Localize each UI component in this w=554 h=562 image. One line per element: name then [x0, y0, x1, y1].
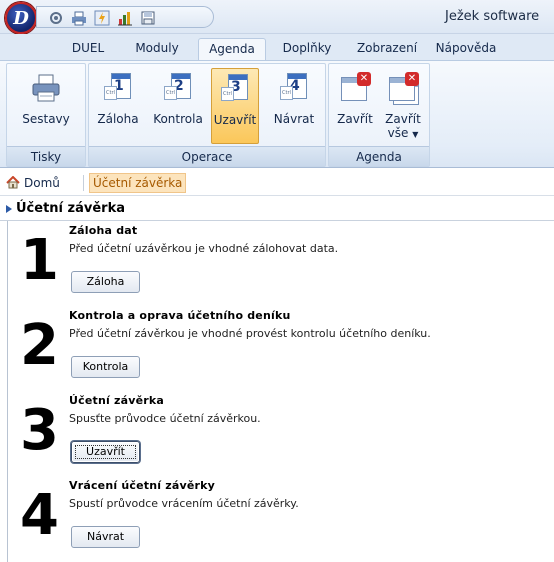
step-description: Před účetní závěrkou je vhodné provést k…	[69, 327, 431, 340]
home-icon	[6, 176, 20, 189]
calendar-doc-icon: 3 Ctrl	[219, 73, 251, 105]
zavrit-vse-label: Zavřít	[385, 112, 421, 126]
zaloha-button[interactable]: 1 Ctrl Záloha	[93, 68, 143, 144]
kontrola-button[interactable]: 2 Ctrl Kontrola	[149, 68, 207, 144]
tab-napoveda[interactable]: Nápověda	[430, 38, 502, 60]
flash-icon[interactable]	[94, 10, 110, 26]
kontrola-label: Kontrola	[153, 112, 203, 126]
chart-icon[interactable]	[117, 10, 133, 26]
step-title: Kontrola a oprava účetního deníku	[69, 309, 291, 322]
title-bar: D Ježek software	[0, 0, 554, 34]
close-all-windows-icon: ✕	[387, 72, 419, 105]
zaloha-label: Záloha	[97, 112, 139, 126]
group-label-tisky: Tisky	[7, 146, 85, 166]
zaloha-step-button[interactable]: Záloha	[71, 271, 140, 293]
step-navrat: 4 Vrácení účetní závěrky Spustí průvodce…	[20, 476, 540, 556]
breadcrumb-home[interactable]: Domů	[6, 174, 60, 192]
printer-icon	[32, 74, 60, 102]
breadcrumb: Domů Účetní závěrka	[0, 170, 554, 196]
triangle-icon	[6, 205, 12, 213]
breadcrumb-current[interactable]: Účetní závěrka	[89, 173, 187, 193]
step-number: 2	[20, 313, 59, 378]
step-title: Účetní závěrka	[69, 394, 165, 407]
tab-agenda[interactable]: Agenda	[198, 38, 266, 60]
group-label-agenda: Agenda	[329, 146, 429, 166]
ribbon: Sestavy Tisky 1 Ctrl Záloha 2 Ctrl Kontrol…	[0, 60, 554, 168]
focus-ring	[75, 445, 136, 459]
sestavy-button[interactable]: Sestavy	[13, 68, 79, 144]
window-title: Ježek software	[445, 9, 540, 24]
group-agenda: ✕ Zavřít ✕ Zavřít vše ▼ Agenda	[328, 63, 430, 167]
calendar-doc-icon: 2 Ctrl	[162, 72, 194, 104]
uzavrit-label: Uzavřít	[213, 113, 257, 127]
breadcrumb-home-label: Domů	[24, 176, 60, 190]
page-title-label: Účetní závěrka	[16, 201, 125, 216]
step-kontrola: 2 Kontrola a oprava účetního deníku Před…	[20, 306, 540, 386]
step-number: 3	[20, 398, 59, 463]
navrat-button[interactable]: 4 Ctrl Návrat	[269, 68, 319, 144]
settings-icon[interactable]	[48, 10, 64, 26]
navrat-label: Návrat	[273, 112, 315, 126]
kontrola-step-button[interactable]: Kontrola	[71, 356, 140, 378]
save-icon[interactable]	[140, 10, 156, 26]
group-tisky: Sestavy Tisky	[6, 63, 86, 167]
calendar-doc-icon: 4 Ctrl	[278, 72, 310, 104]
uzavrit-step-button[interactable]: Uzavřít	[71, 441, 140, 463]
tab-doplnky[interactable]: Doplňky	[274, 38, 340, 60]
zavrit-label: Zavřít	[337, 112, 373, 126]
step-uzavrit: 3 Účetní závěrka Spusťte průvodce účetní…	[20, 391, 540, 471]
uzavrit-button[interactable]: 3 Ctrl Uzavřít	[211, 68, 259, 144]
calendar-doc-icon: 1 Ctrl	[102, 72, 134, 104]
group-label-operace: Operace	[89, 146, 325, 166]
step-number: 4	[20, 483, 59, 548]
navrat-step-button[interactable]: Návrat	[71, 526, 140, 548]
ribbon-tabs: DUEL Moduly Agenda Doplňky Zobrazení Náp…	[0, 34, 554, 60]
content-left-border	[7, 221, 8, 562]
step-title: Vrácení účetní závěrky	[69, 479, 216, 492]
zavrit-vse-label-2: vše	[387, 126, 409, 140]
step-description: Před účetní uzávěrkou je vhodné zálohova…	[69, 242, 339, 255]
print-icon[interactable]	[71, 10, 87, 26]
step-number: 1	[20, 228, 59, 293]
page-title: Účetní závěrka	[4, 199, 125, 219]
group-operace: 1 Ctrl Záloha 2 Ctrl Kontrola 3 Ctrl Uzavří…	[88, 63, 326, 167]
breadcrumb-separator	[83, 175, 84, 191]
step-description: Spustí průvodce vrácením účetní závěrky.	[69, 497, 299, 510]
step-zaloha: 1 Záloha dat Před účetní uzávěrkou je vh…	[20, 221, 540, 301]
app-logo-icon[interactable]: D	[5, 2, 37, 34]
step-title: Záloha dat	[69, 224, 138, 237]
zavrit-vse-button[interactable]: ✕ Zavřít vše ▼	[381, 68, 425, 144]
tab-zobrazeni[interactable]: Zobrazení	[348, 38, 426, 60]
tab-duel[interactable]: DUEL	[64, 38, 112, 60]
step-description: Spusťte průvodce účetní závěrkou.	[69, 412, 261, 425]
quick-access-toolbar	[36, 6, 214, 28]
zavrit-button[interactable]: ✕ Zavřít	[333, 68, 377, 144]
tab-moduly[interactable]: Moduly	[126, 38, 188, 60]
close-window-icon: ✕	[339, 72, 371, 104]
sestavy-label: Sestavy	[22, 112, 70, 126]
dropdown-arrow-icon: ▼	[412, 130, 419, 139]
